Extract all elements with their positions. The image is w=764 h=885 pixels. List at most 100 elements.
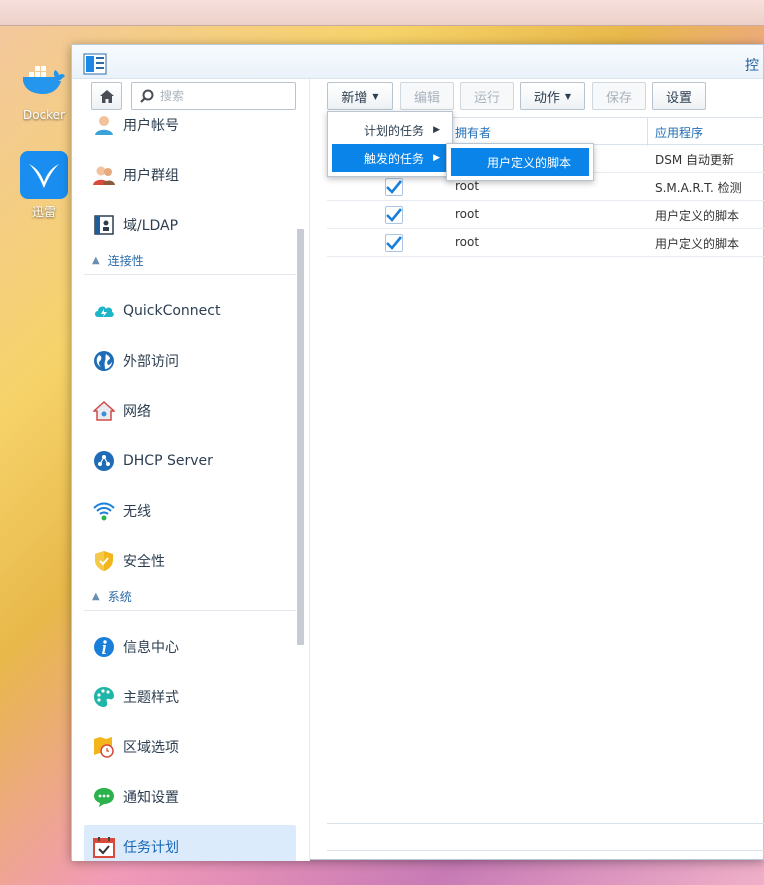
sidebar-item-label: QuickConnect bbox=[123, 303, 221, 319]
sidebar-item-label: 域/LDAP bbox=[123, 218, 179, 234]
shield-icon bbox=[93, 550, 115, 572]
chat-bubble-icon bbox=[93, 786, 115, 808]
save-button-label: 保存 bbox=[605, 90, 632, 106]
sidebar-item-theme[interactable]: 主题样式 bbox=[84, 675, 296, 719]
grid-footer bbox=[327, 823, 764, 851]
sidebar-item-dhcp-server[interactable]: DHCP Server bbox=[84, 439, 296, 483]
menu-item-label: 触发的任务 bbox=[364, 151, 425, 166]
sidebar-item-label: 安全性 bbox=[123, 554, 165, 570]
desktop-icon-label: Docker bbox=[22, 108, 66, 122]
menu-item-label: 计划的任务 bbox=[364, 123, 425, 138]
sidebar-item-label: 区域选项 bbox=[123, 740, 179, 756]
sidebar-item-security[interactable]: 安全性 bbox=[84, 539, 296, 583]
create-dropdown-menu: 计划的任务 ▶ 触发的任务 ▶ bbox=[327, 111, 453, 177]
sidebar-item-label: DHCP Server bbox=[123, 453, 213, 469]
column-header-owner[interactable]: 拥有者 bbox=[455, 124, 491, 141]
sidebar-item-label: 无线 bbox=[123, 504, 151, 520]
control-panel-icon bbox=[83, 53, 107, 75]
section-label: 连接性 bbox=[107, 254, 144, 268]
action-button[interactable]: 动作 ▼ bbox=[520, 82, 585, 110]
cell-application: DSM 自动更新 bbox=[655, 153, 735, 167]
sidebar-item-label: 通知设置 bbox=[123, 790, 179, 806]
desktop-icon-xunlei[interactable]: 迅雷 bbox=[9, 151, 79, 220]
table-row[interactable]: root 用户定义的脚本 bbox=[327, 201, 764, 229]
sidebar-item-task-scheduler[interactable]: 任务计划 bbox=[84, 825, 296, 861]
menu-item-label: 用户定义的脚本 bbox=[487, 155, 572, 170]
save-button[interactable]: 保存 bbox=[592, 82, 646, 110]
menu-item-scheduled-task[interactable]: 计划的任务 ▶ bbox=[332, 116, 448, 144]
task-scheduler-panel: 新增 ▼ 编辑 运行 动作 ▼ 保存 设置 拥有者 应用程序 DSM 自动更新 … bbox=[311, 79, 764, 861]
table-row[interactable]: root 用户定义的脚本 bbox=[327, 229, 764, 257]
user-icon bbox=[93, 115, 115, 136]
window-titlebar[interactable]: 控 bbox=[72, 45, 763, 79]
chevron-up-icon: ▲ bbox=[92, 591, 100, 602]
chevron-right-icon: ▶ bbox=[433, 125, 440, 135]
desktop-top-bar bbox=[0, 0, 764, 26]
menu-item-user-defined-script[interactable]: 用户定义的脚本 bbox=[451, 148, 589, 176]
globe-icon bbox=[93, 350, 115, 372]
docker-icon bbox=[20, 56, 68, 104]
create-button[interactable]: 新增 ▼ bbox=[327, 82, 393, 110]
sidebar-item-regional-options[interactable]: 区域选项 bbox=[84, 725, 296, 769]
dhcp-server-icon bbox=[93, 450, 115, 472]
sidebar-item-network[interactable]: 网络 bbox=[84, 389, 296, 433]
desktop-icon-docker[interactable]: Docker bbox=[9, 56, 79, 122]
section-header-system[interactable]: ▲ 系统 bbox=[84, 583, 296, 611]
chevron-up-icon: ▲ bbox=[92, 255, 100, 266]
sidebar-item-user-account[interactable]: 用户帐号 bbox=[84, 115, 296, 147]
column-header-application[interactable]: 应用程序 bbox=[655, 124, 703, 141]
settings-button[interactable]: 设置 bbox=[652, 82, 706, 110]
regional-map-clock-icon bbox=[93, 736, 115, 758]
sidebar-item-user-group[interactable]: 用户群组 bbox=[84, 153, 296, 197]
search-input[interactable] bbox=[160, 89, 290, 103]
chevron-right-icon: ▶ bbox=[433, 153, 440, 163]
network-house-icon bbox=[93, 400, 115, 422]
sidebar-item-label: 任务计划 bbox=[123, 840, 179, 856]
sidebar-item-domain-ldap[interactable]: 域/LDAP bbox=[84, 203, 296, 247]
cell-owner: root bbox=[455, 235, 480, 249]
info-icon bbox=[93, 636, 115, 658]
caret-down-icon: ▼ bbox=[372, 91, 379, 101]
sidebar-item-label: 网络 bbox=[123, 404, 151, 420]
action-button-label: 动作 bbox=[533, 90, 560, 106]
section-header-connectivity[interactable]: ▲ 连接性 bbox=[84, 247, 296, 275]
desktop-icon-label: 迅雷 bbox=[31, 205, 56, 219]
sidebar-item-notification[interactable]: 通知设置 bbox=[84, 775, 296, 819]
triggered-task-submenu: 用户定义的脚本 bbox=[446, 143, 594, 181]
cell-owner: root bbox=[455, 207, 480, 221]
wifi-icon bbox=[93, 500, 115, 522]
cell-owner: root bbox=[455, 179, 480, 193]
cell-application: 用户定义的脚本 bbox=[655, 237, 740, 251]
create-button-label: 新增 bbox=[341, 90, 368, 106]
window-title: 控 bbox=[745, 58, 759, 74]
edit-button[interactable]: 编辑 bbox=[400, 82, 454, 110]
sidebar-scrollbar[interactable] bbox=[297, 229, 304, 645]
sidebar-item-info-center[interactable]: 信息中心 bbox=[84, 625, 296, 669]
caret-down-icon: ▼ bbox=[564, 91, 572, 101]
checkmark-icon bbox=[386, 208, 402, 222]
sidebar: 用户帐号 用户群组 域/LDAP ▲ 连接性 bbox=[72, 79, 310, 861]
search-box[interactable] bbox=[131, 82, 296, 110]
home-button[interactable] bbox=[91, 82, 122, 110]
menu-item-triggered-task[interactable]: 触发的任务 ▶ bbox=[332, 144, 448, 172]
sidebar-item-quickconnect[interactable]: QuickConnect bbox=[84, 289, 296, 333]
enabled-checkbox[interactable] bbox=[385, 234, 403, 252]
domain-ldap-icon bbox=[93, 214, 115, 236]
palette-icon bbox=[93, 686, 115, 708]
cell-application: 用户定义的脚本 bbox=[655, 209, 740, 223]
home-icon bbox=[99, 89, 114, 103]
sidebar-item-wireless[interactable]: 无线 bbox=[84, 489, 296, 533]
run-button[interactable]: 运行 bbox=[460, 82, 514, 110]
sidebar-item-label: 用户群组 bbox=[123, 168, 179, 184]
enabled-checkbox[interactable] bbox=[385, 178, 403, 196]
sidebar-nav[interactable]: 用户帐号 用户群组 域/LDAP ▲ 连接性 QuickConnect 外部访问… bbox=[72, 115, 304, 861]
enabled-checkbox[interactable] bbox=[385, 206, 403, 224]
xunlei-bird-icon bbox=[20, 151, 68, 199]
sidebar-item-label: 主题样式 bbox=[123, 690, 179, 706]
cell-application: S.M.A.R.T. 检测 bbox=[655, 181, 742, 195]
checkmark-icon bbox=[386, 236, 402, 250]
search-icon bbox=[140, 89, 154, 103]
settings-button-label: 设置 bbox=[665, 90, 692, 106]
control-panel-window: 控 用户帐号 bbox=[71, 44, 764, 861]
sidebar-item-external-access[interactable]: 外部访问 bbox=[84, 339, 296, 383]
